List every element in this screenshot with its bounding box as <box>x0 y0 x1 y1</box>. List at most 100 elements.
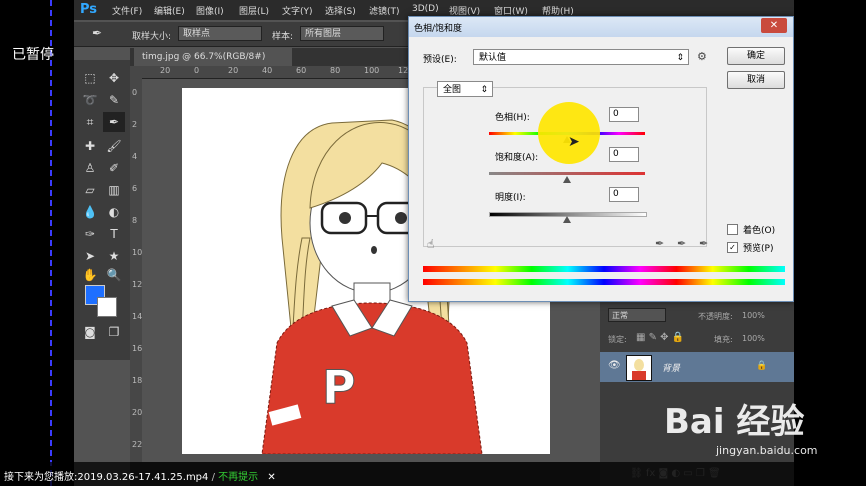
background-color-swatch[interactable] <box>97 297 117 317</box>
screen-mode-icon[interactable]: ❐ <box>103 322 125 342</box>
baidu-watermark-url: jingyan.baidu.com <box>716 444 818 457</box>
saturation-input[interactable]: 0 <box>609 147 639 162</box>
eyedropper-minus-icon[interactable]: ✒ <box>699 237 708 250</box>
menu-image[interactable]: 图像(I) <box>196 4 224 17</box>
healing-brush-tool-icon[interactable]: ✚ <box>79 136 101 156</box>
player-right-strip <box>794 0 866 486</box>
close-icon[interactable]: ✕ <box>761 18 787 33</box>
eye-visibility-icon[interactable]: 👁 <box>608 360 621 371</box>
ruler-left-tick: 4 <box>132 152 138 161</box>
eyedropper-plus-icon[interactable]: ✒ <box>677 237 686 250</box>
ruler-left: 0 2 4 6 8 10 12 14 16 18 20 22 <box>130 78 142 478</box>
stamp-tool-icon[interactable]: ♙ <box>79 158 101 178</box>
fill-label: 填充: <box>714 335 733 344</box>
layer-row-background[interactable]: 👁 背景 🔒 <box>600 352 794 382</box>
ok-button[interactable]: 确定 <box>727 47 785 65</box>
preset-label: 预设(E): <box>423 55 457 65</box>
close-notice-icon[interactable]: ✕ <box>267 472 275 483</box>
eyedropper-tool-icon[interactable]: ✒ <box>92 26 102 40</box>
player-left-strip <box>0 0 74 486</box>
layer-name: 背景 <box>662 364 681 374</box>
brush-tool-icon[interactable]: 🖌 <box>103 136 125 156</box>
eyedropper-tool-icon[interactable]: ✒ <box>103 112 125 132</box>
menu-3d[interactable]: 3D(D) <box>412 4 439 14</box>
quick-mask-icon[interactable]: ◙ <box>79 322 101 342</box>
ruler-left-tick: 8 <box>132 216 138 225</box>
shape-tool-icon[interactable]: ★ <box>103 246 125 266</box>
gear-icon[interactable]: ⚙ <box>697 50 707 63</box>
channel-value: 全图 <box>443 85 462 95</box>
ruler-left-tick: 6 <box>132 184 138 193</box>
lightness-input[interactable]: 0 <box>609 187 639 202</box>
hue-label: 色相(H): <box>495 113 530 123</box>
ruler-top-tick: 40 <box>262 66 273 75</box>
saturation-slider-thumb[interactable] <box>563 176 571 183</box>
lock-pixels-icon[interactable]: ▦ ✎ ✥ 🔒 <box>636 332 684 343</box>
crop-tool-icon[interactable]: ⌗ <box>79 112 101 132</box>
next-play-notice: 接下来为您播放:2019.03.26-17.41.25.mp4 / 不再提示 ✕ <box>4 472 276 483</box>
ruler-left-tick: 20 <box>132 408 143 417</box>
quick-select-tool-icon[interactable]: ✎ <box>103 90 125 110</box>
menu-edit[interactable]: 编辑(E) <box>154 4 185 17</box>
move-tool-icon[interactable]: ✥ <box>103 68 125 88</box>
player-bottom-bar: 接下来为您播放:2019.03.26-17.41.25.mp4 / 不再提示 ✕ <box>0 462 866 486</box>
menu-select[interactable]: 选择(S) <box>325 4 356 17</box>
ruler-top-tick: 60 <box>296 66 307 75</box>
toolbox: ⬚ ✥ ➰ ✎ ⌗ ✒ ✚ 🖌 ♙ ✐ ▱ ▥ 💧 ◐ ✑ T ➤ ★ ✋ 🔍 … <box>74 60 130 360</box>
preview-label: 预览(P) <box>743 244 774 254</box>
ps-logo: Ps <box>80 2 98 17</box>
colorize-checkbox[interactable] <box>727 224 738 235</box>
marquee-tool-icon[interactable]: ⬚ <box>79 68 101 88</box>
saturation-label: 饱和度(A): <box>495 153 539 163</box>
cancel-button[interactable]: 取消 <box>727 71 785 89</box>
fill-value[interactable]: 100% <box>742 334 765 343</box>
type-tool-icon[interactable]: T <box>103 224 125 244</box>
hue-input[interactable]: 0 <box>609 107 639 122</box>
ruler-top-tick: 0 <box>194 66 200 75</box>
ruler-left-tick: 22 <box>132 440 143 449</box>
cursor-highlight <box>538 102 600 164</box>
dodge-tool-icon[interactable]: ◐ <box>103 202 125 222</box>
chevron-updown-icon: ⇕ <box>676 53 684 63</box>
blend-mode-select[interactable]: 正常 <box>608 308 666 322</box>
menu-type[interactable]: 文字(Y) <box>282 4 313 17</box>
menu-layer[interactable]: 图层(L) <box>239 4 269 17</box>
document-tab[interactable]: timg.jpg @ 66.7%(RGB/8#) <box>134 48 292 66</box>
ruler-left-tick: 18 <box>132 376 143 385</box>
mouse-cursor-icon: ➤ <box>568 134 580 150</box>
lightness-slider-thumb[interactable] <box>563 216 571 223</box>
dialog-title-bar[interactable]: 色相/饱和度 ✕ <box>409 17 793 37</box>
ruler-left-tick: 14 <box>132 312 143 321</box>
hue-saturation-dialog: 色相/饱和度 ✕ 预设(E): 默认值 ⇕ ⚙ 确定 取消 全图 ⇕ 色相(H)… <box>408 16 794 302</box>
hand-tool-icon[interactable]: ✋ <box>79 265 101 285</box>
lasso-tool-icon[interactable]: ➰ <box>79 90 101 110</box>
pen-tool-icon[interactable]: ✑ <box>79 224 101 244</box>
preset-select[interactable]: 默认值 ⇕ <box>473 49 689 65</box>
menu-file[interactable]: 文件(F) <box>112 4 142 17</box>
colorize-label: 着色(O) <box>743 226 776 236</box>
next-play-text: 接下来为您播放:2019.03.26-17.41.25.mp4 <box>4 472 209 483</box>
zoom-tool-icon[interactable]: 🔍 <box>103 265 125 285</box>
ruler-left-tick: 16 <box>132 344 143 353</box>
opacity-value[interactable]: 100% <box>742 311 765 320</box>
blur-tool-icon[interactable]: 💧 <box>79 202 101 222</box>
sample-size-label: 取样大小: <box>132 32 172 42</box>
lightness-label: 明度(I): <box>495 193 526 203</box>
path-select-tool-icon[interactable]: ➤ <box>79 246 101 266</box>
sample-size-select[interactable]: 取样点 <box>178 26 262 41</box>
eyedropper-icon[interactable]: ✒ <box>655 237 664 250</box>
channel-select[interactable]: 全图 ⇕ <box>437 81 493 97</box>
preview-checkbox[interactable]: ✓ <box>727 242 738 253</box>
history-brush-tool-icon[interactable]: ✐ <box>103 158 125 178</box>
menu-filter[interactable]: 滤镜(T) <box>369 4 400 17</box>
hand-adjust-icon[interactable]: ☝ <box>427 237 434 251</box>
ruler-top-tick: 100 <box>364 66 380 75</box>
sample-select[interactable]: 所有图层 <box>300 26 384 41</box>
dont-show-again-link[interactable]: 不再提示 <box>218 472 258 483</box>
gradient-tool-icon[interactable]: ▥ <box>103 180 125 200</box>
lock-icon: 🔒 <box>756 361 768 371</box>
layer-thumbnail <box>626 355 652 381</box>
eraser-tool-icon[interactable]: ▱ <box>79 180 101 200</box>
saturation-slider-track[interactable] <box>489 172 645 175</box>
ruler-left-tick: 2 <box>132 120 138 129</box>
